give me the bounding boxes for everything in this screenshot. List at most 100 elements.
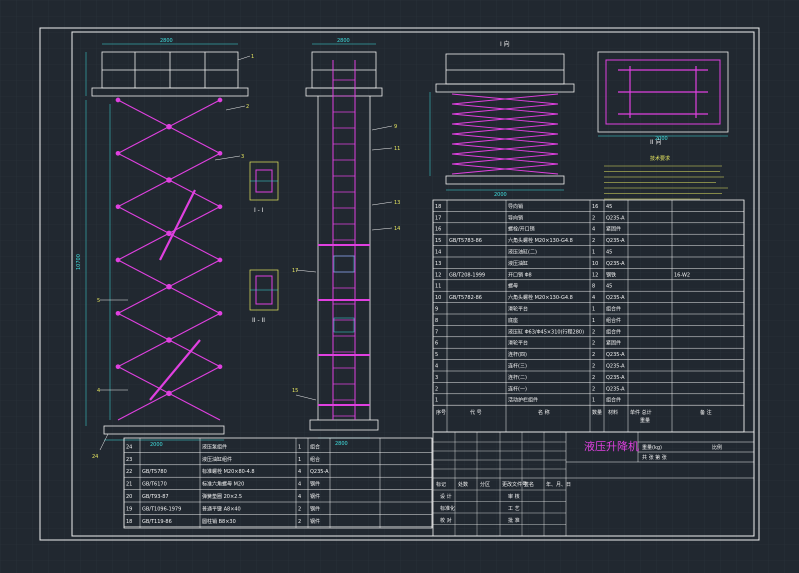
parts-sub-header: 重量 (640, 417, 650, 424)
part-material-9: 组合件 (606, 306, 621, 313)
rev-col-5: 年、月、日 (546, 481, 571, 488)
part-material-13: Q235-A (606, 261, 625, 267)
lower-part-no-23: 23 (126, 457, 132, 463)
part-qty-4: 2 (592, 364, 595, 370)
signoff-2: 校 对 (440, 517, 452, 524)
part-no-3: 3 (435, 375, 438, 381)
part-qty-5: 2 (592, 352, 595, 358)
drawing-title: 液压升降机 (584, 439, 639, 453)
svg-text:9: 9 (394, 124, 397, 130)
lower-part-qty-20: 4 (298, 494, 301, 500)
cad-drawing-canvas[interactable]: 2800 10700 2000 1 2 3 5 4 24 I - I II - … (0, 0, 799, 573)
part-name-4: 连杆(三) (508, 363, 527, 370)
lower-part-no-21: 21 (126, 482, 132, 488)
lower-part-material-23: 组合 (310, 456, 320, 463)
section-label-1: I - I (254, 207, 264, 214)
part-no-15: 15 (435, 238, 441, 244)
scale-label: 比例 (712, 444, 722, 451)
part-material-14: 45 (606, 250, 612, 256)
part-code-10: GB/T5782-86 (449, 295, 482, 301)
part-material-3: Q235-A (606, 375, 625, 381)
svg-text:13: 13 (394, 200, 400, 206)
lower-part-qty-21: 4 (298, 482, 301, 488)
tech-req-title: 技术要求 (650, 155, 670, 162)
part-name-13: 液压油缸 (508, 260, 528, 267)
parts-header-2: 名 称 (538, 409, 550, 416)
rev-col-2: 分区 (480, 481, 490, 488)
svg-text:2800: 2800 (335, 441, 348, 447)
parts-header-0: 序号 (436, 409, 446, 416)
part-material-16: 紧固件 (606, 226, 621, 233)
part-no-12: 12 (435, 272, 441, 278)
svg-text:24: 24 (92, 454, 98, 460)
lower-part-name-24: 液压泵组件 (202, 443, 227, 450)
signoff-5: 批 准 (508, 517, 520, 524)
part-no-9: 9 (435, 307, 438, 313)
part-name-15: 六角头螺栓 M20×130-G4.8 (508, 237, 573, 244)
lower-part-no-20: 20 (126, 494, 132, 500)
svg-text:10700: 10700 (76, 254, 82, 270)
part-material-7: 组合件 (606, 328, 621, 335)
sheet-label: 共 张 第 张 (642, 454, 667, 461)
part-name-2: 连杆(一) (508, 385, 527, 392)
lower-part-qty-23: 1 (298, 457, 301, 463)
part-qty-8: 1 (592, 318, 595, 324)
part-name-11: 螺母 (508, 283, 518, 290)
lower-part-no-22: 22 (126, 469, 132, 475)
part-qty-13: 10 (592, 261, 598, 267)
part-qty-16: 4 (592, 227, 595, 233)
svg-text:11: 11 (394, 146, 400, 152)
part-qty-12: 12 (592, 272, 598, 278)
section-label-2: II - II (252, 317, 265, 324)
lower-part-name-18: 圆柱销 B8×30 (202, 518, 236, 525)
part-name-3: 连杆(二) (508, 374, 527, 381)
rev-col-1: 处数 (458, 481, 468, 488)
part-no-2: 2 (435, 386, 438, 392)
lower-part-code-22: GB/T5780 (142, 469, 167, 475)
svg-text:2000: 2000 (150, 442, 163, 448)
svg-text:15: 15 (292, 388, 298, 394)
part-code-15: GB/T5783-86 (449, 238, 482, 244)
part-material-12: 钢铁 (606, 271, 616, 278)
part-no-4: 4 (435, 364, 438, 370)
lower-part-no-24: 24 (126, 444, 132, 450)
lower-part-no-19: 19 (126, 506, 132, 512)
part-no-14: 14 (435, 250, 441, 256)
svg-text:1: 1 (251, 54, 254, 60)
svg-text:2000: 2000 (494, 192, 507, 198)
rev-col-4: 签名 (524, 481, 534, 488)
svg-text:2800: 2800 (160, 38, 173, 44)
view-label-1: I 向 (500, 40, 510, 48)
signoff-1: 标准化 (440, 505, 455, 512)
lower-part-material-22: Q235-A (310, 469, 329, 475)
signoff-0: 设 计 (440, 493, 452, 500)
part-qty-18: 16 (592, 204, 598, 210)
part-material-10: Q235-A (606, 295, 625, 301)
part-material-15: Q235-A (606, 238, 625, 244)
lower-part-name-23: 液压油缸组件 (202, 456, 232, 463)
part-qty-1: 1 (592, 398, 595, 404)
part-qty-6: 2 (592, 341, 595, 347)
lower-part-code-21: GB/T6170 (142, 482, 167, 488)
lower-part-material-21: 钢件 (310, 481, 320, 488)
lower-part-material-19: 钢件 (310, 505, 320, 512)
part-no-1: 1 (435, 398, 438, 404)
part-no-17: 17 (435, 215, 441, 221)
svg-text:17: 17 (292, 268, 298, 274)
lower-part-no-18: 18 (126, 519, 132, 525)
svg-text:2000: 2000 (655, 136, 668, 142)
lower-part-code-20: GB/T93-87 (142, 494, 169, 500)
part-material-17: Q235-A (606, 215, 625, 221)
lower-part-qty-19: 2 (298, 506, 301, 512)
part-name-6: 滑轮平台 (508, 340, 528, 347)
part-material-8: 组合件 (606, 317, 621, 324)
part-name-10: 六角头螺栓 M20×130-G4.8 (508, 294, 573, 301)
part-qty-9: 1 (592, 307, 595, 313)
part-qty-10: 4 (592, 295, 595, 301)
part-name-16: 螺栓/开口销 (508, 226, 535, 233)
lower-part-name-19: 普通平键 A8×40 (202, 505, 241, 512)
part-qty-7: 2 (592, 329, 595, 335)
part-qty-3: 2 (592, 375, 595, 381)
signoff-3: 审 核 (508, 493, 520, 500)
parts-header-3: 数量 (592, 409, 602, 416)
